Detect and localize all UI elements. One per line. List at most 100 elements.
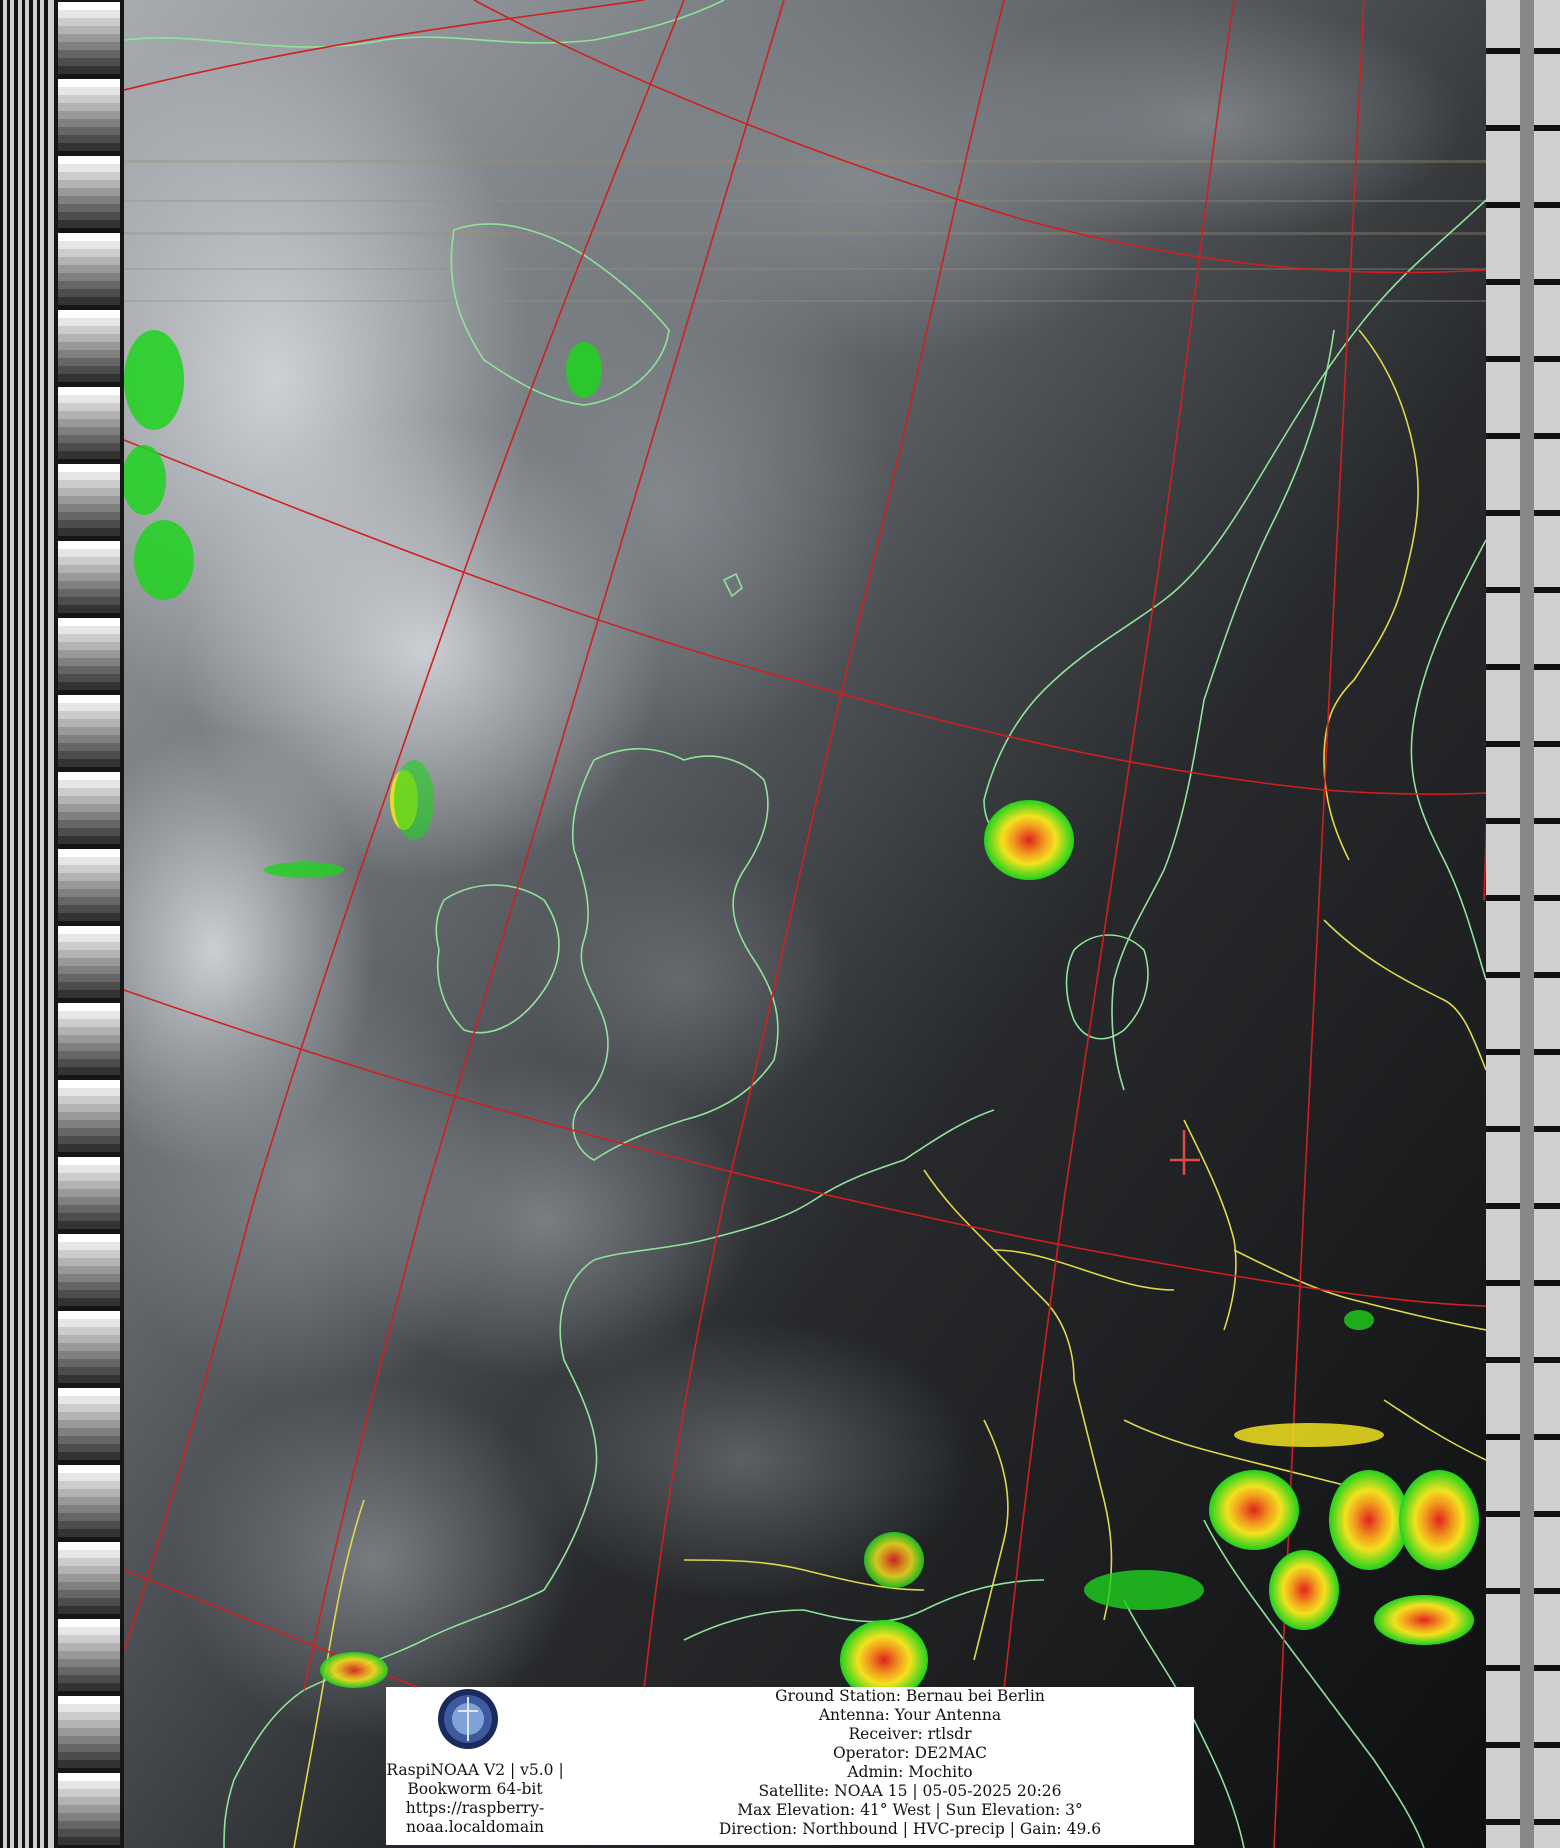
telemetry-step [58, 1760, 120, 1768]
telemetry-step [58, 1311, 120, 1319]
telemetry-step [58, 605, 120, 613]
telemetry-step [1520, 462, 1534, 539]
telemetry-step [58, 873, 120, 881]
telemetry-step [58, 233, 120, 241]
telemetry-step [58, 480, 120, 488]
telemetry-step [58, 772, 120, 780]
telemetry-step [58, 50, 120, 58]
telemetry-step [58, 1659, 120, 1667]
telemetry-step [58, 1598, 120, 1606]
telemetry-step [1520, 770, 1534, 847]
telemetry-step [58, 1181, 120, 1189]
telemetry-step [58, 119, 120, 127]
telemetry-step [58, 419, 120, 427]
telemetry-step [58, 334, 120, 342]
telemetry-step [58, 1513, 120, 1521]
telemetry-step [58, 1696, 120, 1704]
telemetry-step [58, 1404, 120, 1412]
telemetry-step [58, 828, 120, 836]
telemetry-step [58, 1165, 120, 1173]
telemetry-step [58, 1712, 120, 1720]
elevation: Max Elevation: 41° West | Sun Elevation:… [737, 1801, 1083, 1819]
telemetry-step [58, 204, 120, 212]
telemetry-step [58, 58, 120, 66]
telemetry-step [1520, 1232, 1534, 1309]
telemetry-step [58, 2, 120, 10]
telemetry-step [58, 1683, 120, 1691]
telemetry-step [58, 1821, 120, 1829]
telemetry-step [58, 1465, 120, 1473]
telemetry-step [58, 950, 120, 958]
telemetry-step [58, 1781, 120, 1789]
telemetry-step [58, 257, 120, 265]
telemetry-step [58, 281, 120, 289]
telemetry-step [58, 1221, 120, 1229]
right-telemetry-wedges [1486, 0, 1560, 1848]
telemetry-step [58, 1489, 120, 1497]
telemetry-step [1520, 847, 1534, 924]
telemetry-step [1520, 308, 1534, 385]
operator: Operator: DE2MAC [832, 1744, 988, 1762]
telemetry-step [58, 666, 120, 674]
telemetry-step [58, 549, 120, 557]
ground-station: Ground Station: Bernau bei Berlin [775, 1687, 1045, 1705]
telemetry-step [58, 642, 120, 650]
telemetry-step [58, 719, 120, 727]
telemetry-step [58, 1258, 120, 1266]
telemetry-step [58, 1059, 120, 1067]
telemetry-step [58, 1319, 120, 1327]
telemetry-step [58, 172, 120, 180]
telemetry-step [58, 1197, 120, 1205]
telemetry-step [58, 1019, 120, 1027]
telemetry-step [58, 1388, 120, 1396]
telemetry-step [58, 889, 120, 897]
telemetry-step [58, 1412, 120, 1420]
telemetry-step [1520, 1386, 1534, 1463]
telemetry-step [58, 1651, 120, 1659]
telemetry-step [58, 626, 120, 634]
telemetry-step [58, 836, 120, 844]
telemetry-step [58, 241, 120, 249]
telemetry-step [58, 411, 120, 419]
project-url-part2: noaa.localdomain [405, 1818, 545, 1836]
telemetry-step [1520, 1771, 1534, 1848]
telemetry-step [58, 1112, 120, 1120]
telemetry-step [58, 374, 120, 382]
telemetry-step [58, 1375, 120, 1383]
project-version: RaspiNOAA V2 | v5.0 | [386, 1761, 564, 1779]
telemetry-step [58, 1566, 120, 1574]
telemetry-step [58, 942, 120, 950]
telemetry-step [58, 1043, 120, 1051]
telemetry-step [58, 1298, 120, 1306]
telemetry-step [58, 1704, 120, 1712]
telemetry-step [58, 1773, 120, 1781]
direction: Direction: Northbound | HVC-precip | Gai… [718, 1820, 1102, 1838]
telemetry-step [58, 103, 120, 111]
telemetry-step [58, 156, 120, 164]
telemetry-step [58, 589, 120, 597]
telemetry-step [58, 865, 120, 873]
telemetry-step [58, 1396, 120, 1404]
telemetry-step [58, 934, 120, 942]
telemetry-step [58, 87, 120, 95]
telemetry-step [58, 1436, 120, 1444]
telemetry-step [58, 350, 120, 358]
info-panel: RaspiNOAA V2 | v5.0 | Bookworm 64-bit ht… [386, 1687, 1194, 1845]
telemetry-step [58, 804, 120, 812]
telemetry-step [1520, 77, 1534, 154]
telemetry-step [1520, 693, 1534, 770]
telemetry-step [58, 512, 120, 520]
telemetry-step [58, 1327, 120, 1335]
telemetry-step [58, 743, 120, 751]
telemetry-step [58, 966, 120, 974]
telemetry-step [58, 395, 120, 403]
telemetry-step [58, 1205, 120, 1213]
telemetry-step [58, 1444, 120, 1452]
telemetry-step [58, 1080, 120, 1088]
telemetry-step [58, 1011, 120, 1019]
telemetry-step [58, 820, 120, 828]
telemetry-step [58, 1128, 120, 1136]
telemetry-step [58, 135, 120, 143]
telemetry-step [58, 1282, 120, 1290]
telemetry-step [58, 658, 120, 666]
